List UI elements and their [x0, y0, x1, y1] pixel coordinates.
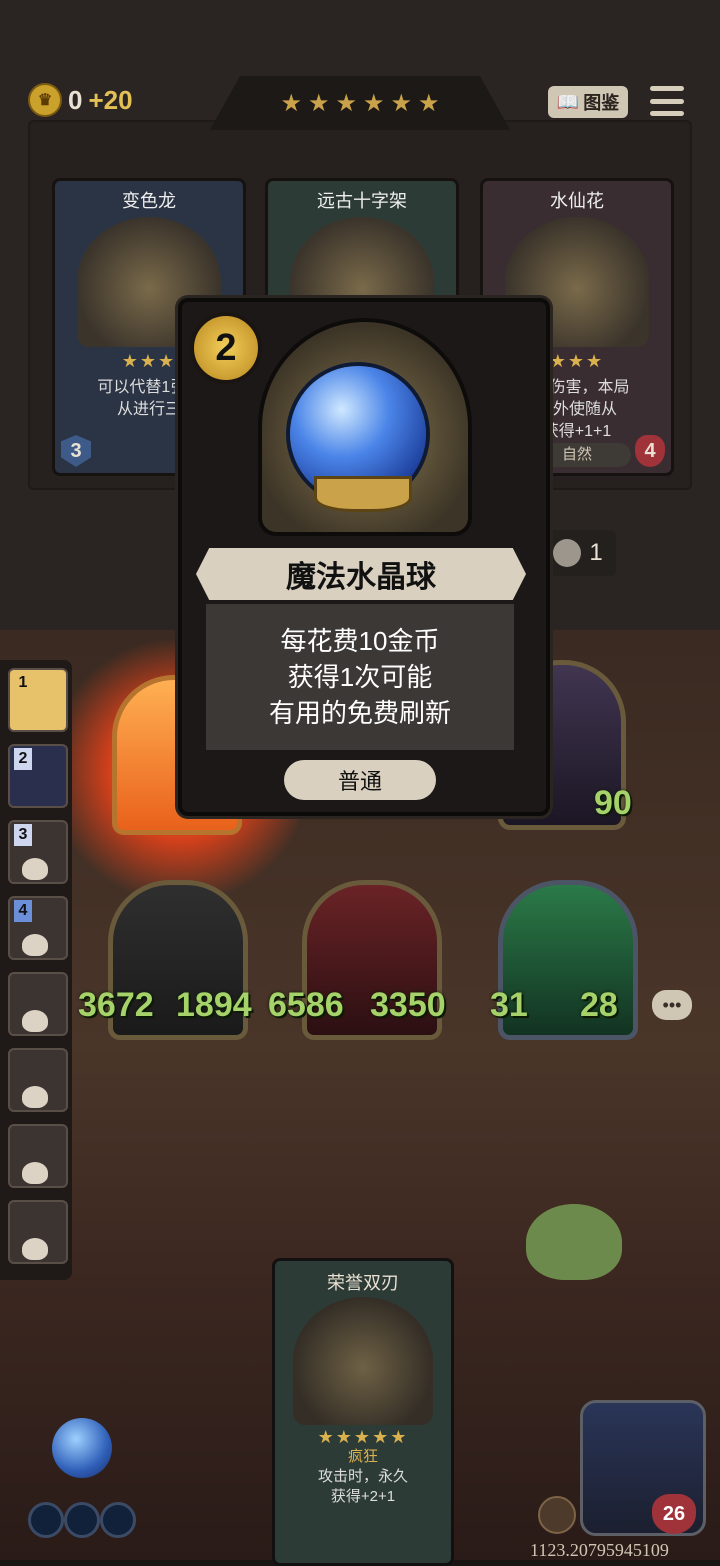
player-health: 26	[652, 1494, 696, 1534]
unit-health: 1894	[176, 986, 252, 1024]
card-desc: 攻击时，永久 获得+2+1	[317, 1468, 408, 1505]
unit-attack: 3672	[78, 986, 154, 1024]
top-unit-health: 90	[594, 784, 632, 822]
unit-health: 3350	[370, 986, 446, 1024]
rail-num: 3	[14, 824, 32, 846]
star-icon: ★	[280, 89, 302, 117]
item-description: 每花费10金币 获得1次可能 有用的免费刷新	[206, 604, 514, 750]
gold-income: +20	[88, 84, 133, 115]
skull-icon	[22, 858, 48, 880]
rail-slot[interactable]: 3	[8, 820, 68, 884]
rail-slot[interactable]	[8, 972, 68, 1036]
star-icon: ★	[390, 89, 413, 117]
twin-blades-art	[293, 1297, 433, 1425]
skull-icon	[22, 1086, 48, 1108]
rail-slot[interactable]	[8, 1200, 68, 1264]
orb-slot[interactable]	[100, 1502, 136, 1538]
menu-bar	[650, 86, 684, 91]
debug-coordinates: 1123.20795945109	[530, 1540, 669, 1560]
orb-stand	[314, 476, 412, 512]
hand-card-honor-blades[interactable]: 荣誉双刃 ★★★★★ 疯狂 攻击时，永久 获得+2+1	[272, 1258, 454, 1566]
card-name: 变色龙	[122, 191, 176, 211]
gold-value: 0	[68, 84, 83, 115]
menu-bar	[650, 98, 684, 104]
rail-num: 2	[14, 748, 32, 770]
tavern-stars: ★ ★ ★ ★ ★ ★	[210, 76, 510, 130]
skull-icon	[22, 934, 48, 956]
unit-attack: 6586	[268, 986, 344, 1024]
card-name: 水仙花	[550, 191, 604, 211]
crystal-ball-icon[interactable]	[52, 1418, 112, 1478]
desc-line: 获得1次可能	[287, 662, 433, 692]
desc-line: 每花费10金币	[280, 626, 440, 656]
gallery-label: 图鉴	[583, 93, 620, 113]
opponent-rail: 1 2 3 4	[0, 660, 72, 1280]
skull-icon	[22, 1162, 48, 1184]
health-badge: 4	[635, 435, 665, 467]
star-icon: ★	[307, 89, 330, 117]
rail-slot[interactable]: 1	[8, 668, 68, 732]
menu-button[interactable]	[650, 86, 684, 116]
card-name: 荣誉双刃	[327, 1273, 399, 1293]
star-icon: ★	[335, 89, 357, 117]
star-icon: ★	[418, 89, 440, 117]
reroll-counter: 1	[540, 530, 616, 576]
card-tag: 疯狂	[347, 1448, 378, 1465]
unit-health: 28	[580, 986, 618, 1024]
item-name: 魔法水晶球	[196, 548, 526, 600]
orb-slot[interactable]	[64, 1502, 100, 1538]
gallery-button[interactable]: 📖 图鉴	[548, 86, 628, 118]
rarity-label: 普通	[284, 760, 436, 800]
menu-bar	[650, 111, 684, 116]
rail-num: 4	[14, 900, 32, 922]
rail-slot[interactable]	[8, 1048, 68, 1112]
gold-display: ♛ 0 +20	[28, 83, 133, 117]
chat-button[interactable]: •••	[652, 990, 692, 1020]
star-icon: ★	[363, 89, 385, 117]
crab-pet[interactable]	[526, 1204, 622, 1280]
upgrade-arrow-button[interactable]	[538, 1496, 576, 1534]
desc-line: 有用的免费刷新	[268, 698, 451, 728]
tier-badge: 2	[190, 312, 262, 384]
unit-attack: 31	[490, 986, 528, 1024]
reroll-icon	[553, 539, 582, 567]
orb-slot[interactable]	[28, 1502, 64, 1538]
rail-num: 1	[18, 674, 28, 691]
book-icon: 📖	[556, 91, 580, 112]
reroll-value: 1	[589, 539, 603, 566]
card-name: 远古十字架	[317, 191, 407, 211]
rail-slot[interactable]	[8, 1124, 68, 1188]
skull-icon	[22, 1010, 48, 1032]
skull-icon	[22, 1238, 48, 1260]
rail-slot[interactable]: 4	[8, 896, 68, 960]
rail-slot[interactable]: 2	[8, 744, 68, 808]
cost-badge: 3	[61, 435, 91, 467]
crown-coin-icon: ♛	[28, 83, 62, 117]
